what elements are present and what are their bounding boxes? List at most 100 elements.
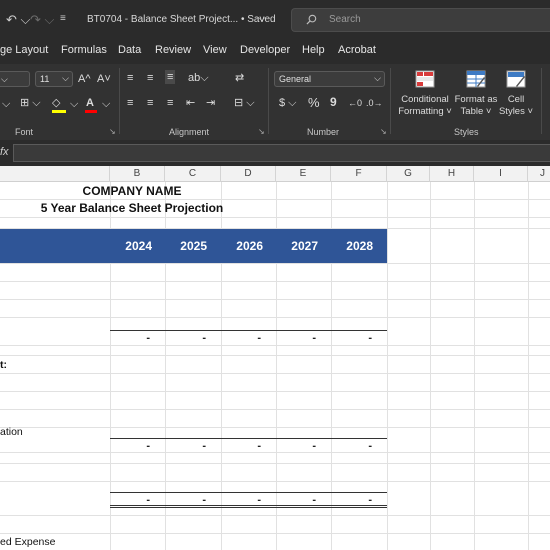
column-header-d[interactable]: D <box>221 166 276 182</box>
font-color-swatch <box>85 110 97 113</box>
conditional-formatting-icon <box>415 70 435 88</box>
orientation-icon[interactable]: ab⌵ <box>188 71 209 85</box>
worksheet-grid[interactable]: COMPANY NAME 5 Year Balance Sheet Projec… <box>0 182 550 550</box>
align-center-icon[interactable]: ≡ <box>147 96 153 110</box>
total-value-cell[interactable]: - <box>276 332 316 344</box>
tab-review[interactable]: Review <box>155 44 191 56</box>
gridline <box>0 263 550 264</box>
gridline <box>0 199 550 200</box>
title-dropdown-icon[interactable]: ⌵ <box>258 13 266 24</box>
number-format-select[interactable]: General ⌵ <box>274 71 385 87</box>
fill-color-icon[interactable]: ◇ <box>52 96 60 110</box>
search-input[interactable]: Search <box>291 8 550 32</box>
chevron-down-icon[interactable]: ⌵ <box>70 97 78 111</box>
dialog-launcher-icon[interactable]: ↘ <box>258 127 265 136</box>
format-as-table-icon <box>466 70 486 88</box>
align-left-icon[interactable]: ≡ <box>127 96 133 110</box>
dialog-launcher-icon[interactable]: ↘ <box>109 127 116 136</box>
year-header-2028[interactable]: 2028 <box>339 239 373 253</box>
align-bottom-icon[interactable]: ≡ <box>165 70 176 84</box>
tab-data[interactable]: Data <box>118 44 141 56</box>
total-value-cell[interactable]: - <box>331 440 372 452</box>
grow-font-button[interactable]: A^ <box>78 72 91 86</box>
merge-center-icon[interactable]: ⊟ ⌵ <box>234 96 255 110</box>
font-name-box[interactable]: ⌵ <box>0 71 30 87</box>
total-value-cell[interactable]: - <box>110 332 150 344</box>
row-label-prepaid-expense[interactable]: ed Expense <box>0 536 55 548</box>
font-size-box[interactable]: 11 ⌵ <box>35 71 73 87</box>
comma-style-button[interactable]: 9 <box>330 95 337 109</box>
format-as-table-label-2: Table ˅ <box>460 106 492 117</box>
year-header-2026[interactable]: 2026 <box>229 239 263 253</box>
column-header-b[interactable]: B <box>110 166 165 182</box>
row-label-depreciation[interactable]: ation <box>0 426 23 438</box>
company-name[interactable]: COMPANY NAME <box>0 184 264 198</box>
column-header-e[interactable]: E <box>276 166 331 182</box>
percent-format-button[interactable]: % <box>308 96 320 110</box>
column-header-g[interactable]: G <box>387 166 430 182</box>
align-top-icon[interactable]: ≡ <box>127 71 133 85</box>
formula-input[interactable] <box>13 144 550 162</box>
total-value-cell[interactable]: - <box>331 332 372 344</box>
customize-qat-icon[interactable]: ≡ <box>60 13 66 24</box>
cell-styles-label-2: Styles ˅ <box>498 106 534 117</box>
cell-styles-button[interactable]: Cell Styles ˅ <box>498 94 534 118</box>
tab-formulas[interactable]: Formulas <box>61 44 107 56</box>
sheet-subtitle[interactable]: 5 Year Balance Sheet Projection <box>0 201 264 215</box>
group-label-number: Number <box>307 127 340 137</box>
column-header-h[interactable]: H <box>430 166 474 182</box>
year-header-2024[interactable]: 2024 <box>118 239 152 253</box>
year-header-row[interactable]: 2024 2025 2026 2027 2028 <box>0 229 387 263</box>
total-value-cell[interactable]: - <box>165 332 206 344</box>
gridline <box>0 217 550 218</box>
decrease-decimal-icon[interactable]: .0→ <box>366 96 383 110</box>
chevron-down-icon: ⌵ <box>62 73 69 83</box>
shrink-font-button[interactable]: A˅ <box>97 72 111 86</box>
row-label-section[interactable]: t: <box>0 359 7 371</box>
decrease-indent-icon[interactable]: ⇤ <box>186 96 195 110</box>
increase-indent-icon[interactable]: ⇥ <box>206 96 215 110</box>
tab-acrobat[interactable]: Acrobat <box>338 44 376 56</box>
wrap-text-icon[interactable]: ⇄ <box>235 71 244 85</box>
format-as-table-label-1: Format as <box>454 94 498 105</box>
year-header-2025[interactable]: 2025 <box>173 239 207 253</box>
group-separator <box>268 68 269 134</box>
column-header-j[interactable]: J <box>528 166 550 182</box>
column-header-a[interactable] <box>0 166 110 182</box>
total-value-cell[interactable]: - <box>110 440 150 452</box>
year-header-2027[interactable]: 2027 <box>284 239 318 253</box>
chevron-down-icon[interactable]: ⌵ <box>2 97 10 111</box>
undo-icon[interactable]: ↶ ⌵ <box>6 12 30 28</box>
format-as-table-button[interactable]: Format as Table ˅ <box>452 94 500 118</box>
column-header-c[interactable]: C <box>165 166 221 182</box>
tab-view[interactable]: View <box>203 44 227 56</box>
chevron-down-icon[interactable]: ⌵ <box>102 97 110 111</box>
formula-bar: fx <box>0 140 550 166</box>
column-header-f[interactable]: F <box>331 166 387 182</box>
font-color-icon[interactable]: A <box>86 96 94 110</box>
conditional-formatting-label-1: Conditional <box>401 94 449 105</box>
fx-icon[interactable]: fx <box>0 146 9 158</box>
total-value-cell[interactable]: - <box>221 332 261 344</box>
group-label-styles: Styles <box>454 127 479 137</box>
borders-icon[interactable]: ⊞ ⌵ <box>20 96 41 110</box>
total-value-cell[interactable]: - <box>221 440 261 452</box>
align-right-icon[interactable]: ≡ <box>167 96 173 110</box>
gridline <box>387 182 388 550</box>
column-headers: B C D E F G H I J <box>0 166 550 182</box>
column-header-i[interactable]: I <box>474 166 528 182</box>
currency-format-button[interactable]: $ ⌵ <box>279 96 297 110</box>
tab-help[interactable]: Help <box>302 44 325 56</box>
redo-icon[interactable]: ↷ ⌵ <box>30 12 54 28</box>
total-top-border <box>110 438 387 439</box>
dialog-launcher-icon[interactable]: ↘ <box>380 127 387 136</box>
align-middle-icon[interactable]: ≡ <box>147 71 153 85</box>
increase-decimal-icon[interactable]: ←0 <box>348 96 362 110</box>
total-value-cell[interactable]: - <box>165 440 206 452</box>
document-title[interactable]: BT0704 - Balance Sheet Project... • Save… <box>87 14 276 25</box>
conditional-formatting-button[interactable]: Conditional Formatting ˅ <box>396 94 454 118</box>
tab-page-layout[interactable]: ge Layout <box>0 44 48 56</box>
gridline <box>0 281 550 282</box>
total-value-cell[interactable]: - <box>276 440 316 452</box>
tab-developer[interactable]: Developer <box>240 44 290 56</box>
